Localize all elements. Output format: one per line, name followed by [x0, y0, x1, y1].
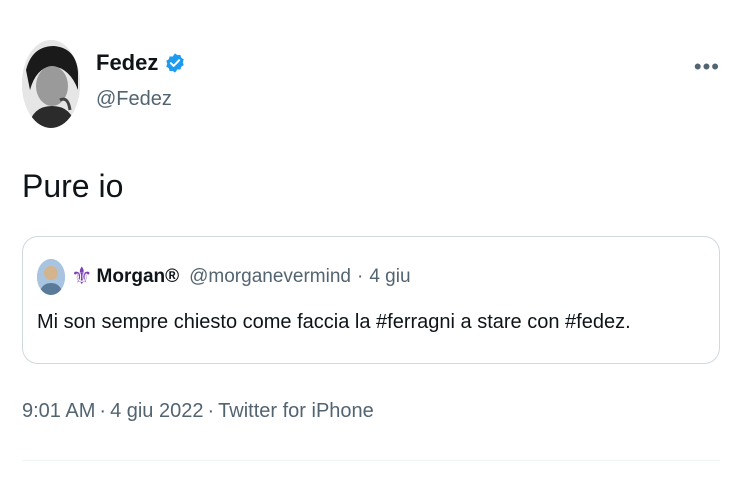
author-handle[interactable]: @Fedez	[96, 88, 172, 111]
meta-separator: ·	[99, 400, 107, 422]
divider	[22, 460, 720, 461]
quoted-author-handle: @morganevermind	[189, 266, 351, 287]
more-options-button[interactable]: •••	[694, 54, 720, 80]
tweet-metadata: 9:01 AM · 4 giu 2022 · Twitter for iPhon…	[22, 400, 374, 423]
verified-badge-icon	[164, 52, 186, 74]
tweet-time[interactable]: 9:01 AM	[22, 400, 95, 423]
tweet: Fedez @Fedez ••• Pure io ⚜ Morgan® @morg…	[0, 0, 740, 480]
quoted-tweet-date: 4 giu	[369, 266, 411, 287]
author-avatar[interactable]	[22, 40, 80, 128]
author-name-row: Fedez	[96, 50, 186, 76]
meta-separator: ·	[207, 400, 215, 422]
fleur-de-lis-icon: ⚜	[71, 263, 93, 290]
avatar-photo	[22, 40, 80, 128]
author-display-name[interactable]: Fedez	[96, 50, 158, 76]
quoted-tweet-header: ⚜ Morgan® @morganevermind · 4 giu	[37, 259, 411, 295]
quoted-author-name: Morgan®	[96, 266, 180, 287]
tweet-source[interactable]: Twitter for iPhone	[218, 400, 374, 423]
quoted-author-avatar	[37, 259, 65, 295]
quoted-tweet-card[interactable]: ⚜ Morgan® @morganevermind · 4 giu Mi son…	[22, 236, 720, 364]
quoted-separator: ·	[356, 266, 364, 287]
tweet-text: Pure io	[22, 168, 124, 204]
tweet-date[interactable]: 4 giu 2022	[110, 400, 203, 423]
quoted-tweet-text: Mi son sempre chiesto come faccia la #fe…	[37, 311, 631, 333]
